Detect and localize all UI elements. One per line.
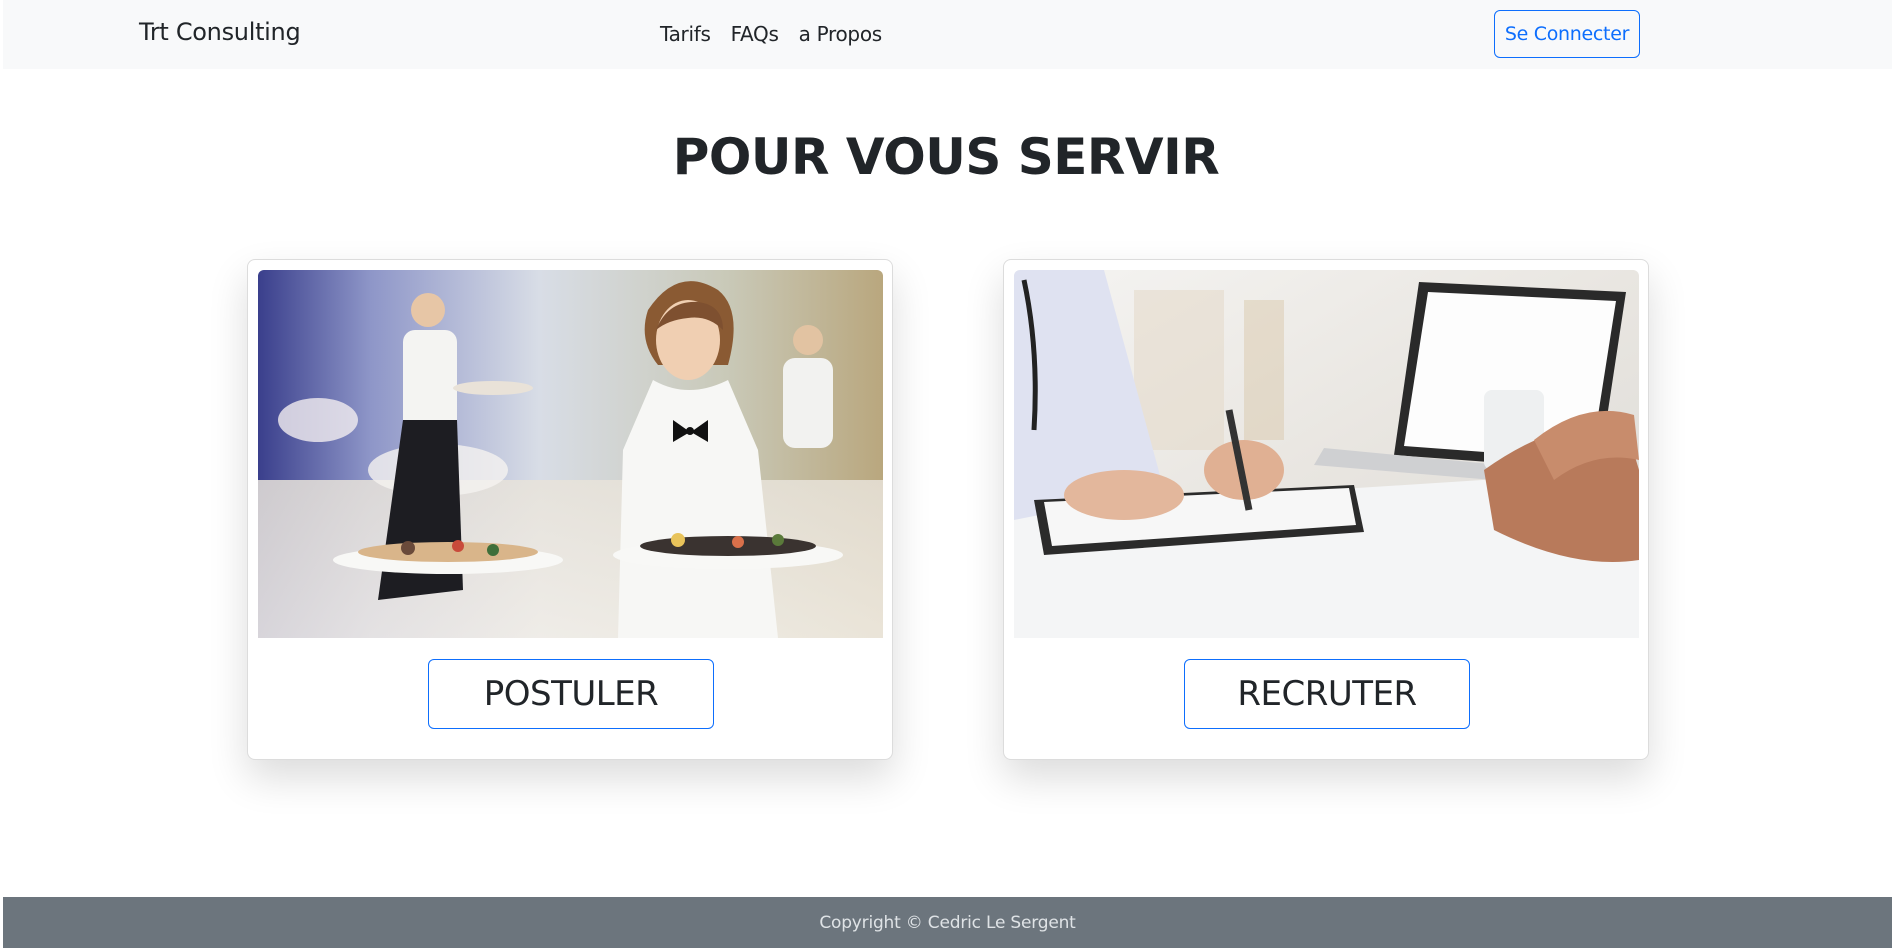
copyright-text: Copyright © Cedric Le Sergent — [819, 912, 1076, 933]
doctor-document-photo — [1014, 270, 1639, 638]
page-title: POUR VOUS SERVIR — [672, 128, 1220, 186]
brand-link[interactable]: Trt Consulting — [139, 18, 301, 46]
nav-links: Tarifs FAQs a Propos — [660, 22, 882, 46]
postuler-button[interactable]: POSTULER — [428, 659, 714, 729]
login-button[interactable]: Se Connecter — [1494, 10, 1640, 58]
recruter-button[interactable]: RECRUTER — [1184, 659, 1470, 729]
nav-link-tarifs[interactable]: Tarifs — [660, 22, 711, 46]
footer: Copyright © Cedric Le Sergent — [3, 897, 1892, 948]
nav-link-a-propos[interactable]: a Propos — [799, 22, 883, 46]
card-recruter: RECRUTER — [1003, 259, 1649, 760]
card-postuler: POSTULER — [247, 259, 893, 760]
waitress-photo — [258, 270, 883, 638]
navbar: Trt Consulting Tarifs FAQs a Propos Se C… — [3, 0, 1892, 69]
nav-link-faqs[interactable]: FAQs — [731, 22, 779, 46]
